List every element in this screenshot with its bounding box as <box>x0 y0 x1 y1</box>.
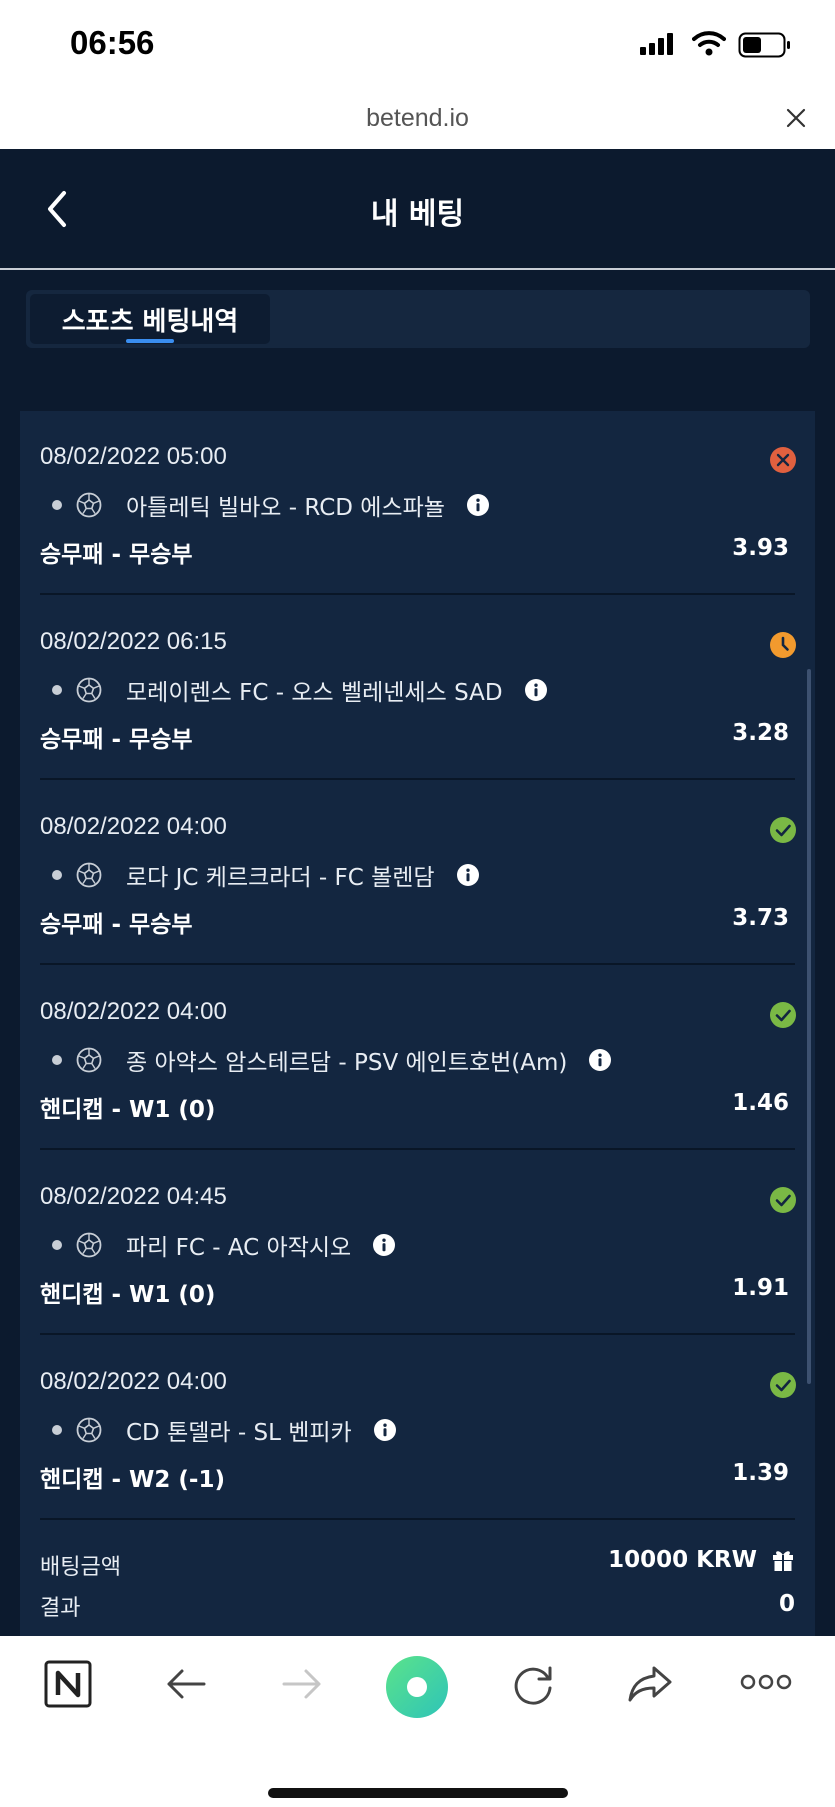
header-divider <box>0 268 835 270</box>
bet-odd: 3.93 <box>732 535 789 561</box>
soccer-ball-icon <box>76 1047 102 1073</box>
info-icon[interactable] <box>466 494 489 516</box>
bullet-dot <box>52 1240 62 1250</box>
bullet-dot <box>52 685 62 695</box>
bullet-dot <box>52 1055 62 1065</box>
bet-market: 승무패 - 무승부 <box>40 727 193 753</box>
bet-date: 08/02/2022 04:00 <box>40 998 227 1025</box>
bet-item: 08/02/2022 04:45 파리 FC - AC 아작시오 핸디캡 - W… <box>20 1151 815 1336</box>
naver-n-icon[interactable] <box>44 1660 92 1708</box>
won-check-icon <box>770 1002 796 1028</box>
stake-value-row: 10000 KRW <box>608 1547 795 1573</box>
status-bar: 06:56 <box>0 0 835 92</box>
close-icon[interactable] <box>784 106 808 130</box>
bet-odd: 3.28 <box>732 720 789 746</box>
bet-market: 승무패 - 무승부 <box>40 542 193 568</box>
won-check-icon <box>770 1187 796 1213</box>
match-name: 모레이렌스 FC - 오스 벨레넨세스 SAD <box>126 680 503 706</box>
bet-date: 08/02/2022 05:00 <box>40 443 227 470</box>
bullet-dot <box>52 1425 62 1435</box>
bullet-dot <box>52 500 62 510</box>
match-name: 파리 FC - AC 아작시오 <box>126 1235 352 1261</box>
home-indicator[interactable] <box>268 1788 568 1798</box>
divider <box>40 1518 795 1520</box>
bet-item: 08/02/2022 06:15 모레이렌스 FC - 오스 벨레넨세스 SAD… <box>20 596 815 781</box>
divider <box>40 593 795 595</box>
divider <box>40 1148 795 1150</box>
info-icon[interactable] <box>373 1234 396 1256</box>
divider <box>40 963 795 965</box>
bet-market: 핸디캡 - W2 (-1) <box>40 1467 225 1493</box>
lost-x-icon <box>770 447 796 473</box>
bet-item: 08/02/2022 05:00 아틀레틱 빌바오 - RCD 에스파뇰 승무패… <box>20 411 815 596</box>
reload-icon[interactable] <box>510 1660 556 1708</box>
tab-label: 스포츠 베팅내역 <box>61 307 239 337</box>
match-name: 종 아약스 암스테르담 - PSV 에인트호번(Am) <box>126 1050 568 1076</box>
match-name: 로다 JC 케르크라더 - FC 볼렌담 <box>126 865 435 891</box>
wifi-icon <box>692 31 726 56</box>
info-icon[interactable] <box>524 679 547 701</box>
bet-item: 08/02/2022 04:00 종 아약스 암스테르담 - PSV 에인트호번… <box>20 966 815 1151</box>
tab-sports-bet-history[interactable]: 스포츠 베팅내역 <box>30 294 270 344</box>
match-name: CD 톤델라 - SL 벤피카 <box>126 1420 352 1446</box>
status-time: 06:56 <box>70 24 155 61</box>
more-icon[interactable] <box>740 1672 792 1692</box>
share-icon[interactable] <box>626 1660 674 1708</box>
back-arrow-icon[interactable] <box>164 1660 208 1708</box>
bet-odd: 1.39 <box>732 1460 789 1486</box>
gift-icon[interactable] <box>771 1548 795 1572</box>
bet-market: 승무패 - 무승부 <box>40 912 193 938</box>
soccer-ball-icon <box>76 1417 102 1443</box>
bet-date: 08/02/2022 04:45 <box>40 1183 227 1210</box>
app-header: 내 베팅 <box>0 149 835 268</box>
stake-value: 10000 KRW <box>608 1547 757 1573</box>
forward-arrow-icon[interactable] <box>280 1660 324 1708</box>
soccer-ball-icon <box>76 677 102 703</box>
bet-date: 08/02/2022 04:00 <box>40 1368 227 1395</box>
url-text[interactable]: betend.io <box>0 104 835 133</box>
bet-date: 08/02/2022 06:15 <box>40 628 227 655</box>
result-label: 결과 <box>40 1596 81 1621</box>
stake-label: 배팅금액 <box>40 1555 121 1580</box>
info-icon[interactable] <box>589 1049 612 1071</box>
divider <box>40 778 795 780</box>
result-value: 0 <box>778 1591 795 1617</box>
battery-icon <box>738 32 790 58</box>
soccer-ball-icon <box>76 862 102 888</box>
tab-active-indicator <box>126 339 174 343</box>
bullet-dot <box>52 870 62 880</box>
bet-item: 08/02/2022 04:00 로다 JC 케르크라더 - FC 볼렌담 승무… <box>20 781 815 966</box>
app-container: 내 베팅 스포츠 베팅내역 08/02/2022 05:00 아틀레틱 빌바오 … <box>0 149 835 1636</box>
won-check-icon <box>770 817 796 843</box>
match-name: 아틀레틱 빌바오 - RCD 에스파뇰 <box>126 495 445 521</box>
soccer-ball-icon <box>76 1232 102 1258</box>
divider <box>40 1333 795 1335</box>
info-icon[interactable] <box>373 1419 396 1441</box>
bet-odd: 1.46 <box>732 1090 789 1116</box>
bet-item: 08/02/2022 04:00 CD 톤델라 - SL 벤피카 핸디캡 - W… <box>20 1336 815 1521</box>
info-icon[interactable] <box>456 864 479 886</box>
tab-bar: 스포츠 베팅내역 <box>26 290 810 348</box>
scrollbar[interactable] <box>807 669 811 1384</box>
bet-market: 핸디캡 - W1 (0) <box>40 1282 216 1308</box>
pending-clock-icon <box>770 632 796 658</box>
green-circle-icon[interactable] <box>386 1656 448 1718</box>
won-check-icon <box>770 1372 796 1398</box>
browser-url-bar: betend.io <box>0 92 835 149</box>
page-title: 내 베팅 <box>370 197 465 232</box>
browser-toolbar <box>0 1636 835 1807</box>
bet-odd: 1.91 <box>732 1275 789 1301</box>
cellular-signal-icon <box>640 33 673 55</box>
bet-date: 08/02/2022 04:00 <box>40 813 227 840</box>
bet-odd: 3.73 <box>732 905 789 931</box>
bet-market: 핸디캡 - W1 (0) <box>40 1097 216 1123</box>
soccer-ball-icon <box>76 492 102 518</box>
